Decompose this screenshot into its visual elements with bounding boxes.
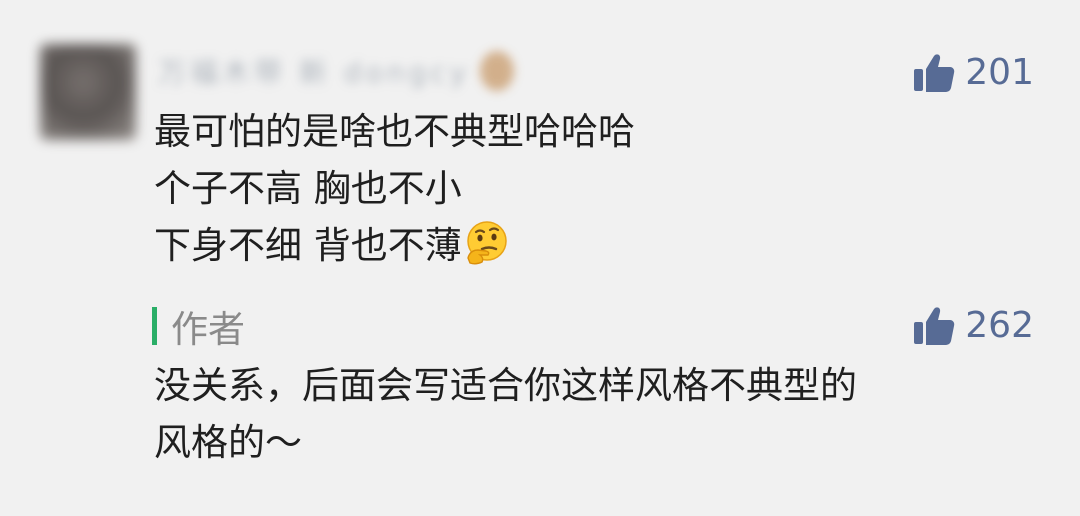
author-label: 作者 bbox=[171, 308, 245, 351]
commenter-username-emoji bbox=[480, 51, 515, 91]
comment-like-count: 201 bbox=[965, 52, 1034, 93]
comment-line: 最可怕的是啥也不典型哈哈哈 bbox=[154, 110, 635, 153]
thumbs-up-icon bbox=[913, 53, 955, 93]
thumbs-up-icon bbox=[913, 306, 955, 346]
commenter-avatar[interactable] bbox=[40, 44, 136, 140]
reply-line: 没关系，后面会写适合你这样风格不典型的 bbox=[154, 364, 857, 407]
author-indicator-bar bbox=[152, 307, 157, 345]
reply-like-count: 262 bbox=[965, 305, 1034, 346]
reply-line: 风格的～ bbox=[154, 421, 302, 464]
comment-body: 最可怕的是啥也不典型哈哈哈 个子不高 胸也不小 下身不细 背也不薄 bbox=[154, 103, 635, 274]
author-tag: 作者 bbox=[152, 303, 245, 351]
reply-body: 没关系，后面会写适合你这样风格不典型的 风格的～ bbox=[154, 357, 857, 471]
comment-like-button[interactable]: 201 bbox=[913, 52, 1034, 93]
commenter-username[interactable]: 万福木带 新 dongcy bbox=[158, 48, 515, 94]
comment-line-text: 下身不细 背也不薄 bbox=[154, 224, 462, 267]
comment-line: 个子不高 胸也不小 bbox=[154, 167, 462, 210]
commenter-username-text: 万福木带 新 dongcy bbox=[158, 56, 471, 89]
comment-line-with-emoji: 下身不细 背也不薄 bbox=[154, 217, 635, 274]
reply-like-button[interactable]: 262 bbox=[913, 305, 1034, 346]
thinking-face-icon bbox=[464, 220, 510, 266]
